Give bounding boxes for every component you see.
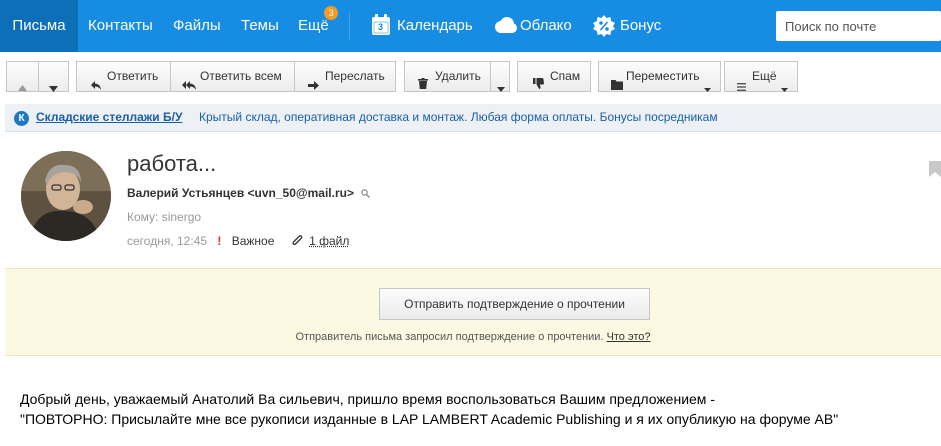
forward-button[interactable]: Переслать	[295, 62, 396, 91]
nav-divider	[349, 12, 350, 40]
menu-lines-icon	[737, 73, 746, 102]
read-receipt-note: Отправитель письма запросил подтверждени…	[5, 331, 941, 343]
nav-mail[interactable]: Письма	[0, 0, 78, 52]
nav-bonus-label: Бонус	[620, 17, 662, 34]
more-actions-button[interactable]: Ещё	[724, 61, 798, 92]
message-date: сегодня, 12:45	[127, 234, 208, 248]
nav-mail-label: Письма	[12, 17, 66, 34]
reply-icon	[91, 72, 101, 101]
nav-calendar-label: Календарь	[397, 17, 473, 34]
search-input[interactable]	[776, 11, 941, 41]
reply-group: Ответить Ответить всем Переслать	[76, 61, 396, 92]
forward-label: Переслать	[325, 69, 385, 83]
nav-cloud-label: Облако	[520, 17, 572, 34]
paperclip-icon	[292, 235, 303, 250]
nav-contacts[interactable]: Контакты	[88, 0, 153, 52]
button-divider	[38, 62, 39, 91]
message-body: Добрый день, уважаемый Анатолий Ва силье…	[20, 389, 935, 429]
nav-cloud[interactable]: Облако	[520, 0, 572, 52]
thumbs-down-icon	[533, 71, 544, 100]
body-line: Добрый день, уважаемый Анатолий Ва силье…	[20, 391, 715, 407]
message-subject: работа...	[127, 151, 217, 176]
recipient-line: Кому: sinergo	[127, 210, 202, 224]
notification-badge: 3	[324, 6, 338, 20]
read-receipt-panel: Отправить подтверждение о прочтении Отпр…	[5, 268, 941, 356]
delete-label: Удалить	[435, 69, 481, 83]
nav-calendar[interactable]: Календарь	[397, 0, 473, 52]
ad-title-link[interactable]: Складские стеллажи Б/У	[36, 110, 182, 124]
arrow-up-icon[interactable]	[18, 73, 27, 102]
attachments-link[interactable]: 1 файл	[309, 234, 349, 248]
body-line: "ПОВТОРНО: Присылайте мне все рукописи и…	[20, 411, 839, 427]
cloud-icon	[493, 16, 517, 39]
forward-icon	[308, 72, 319, 101]
arrow-down-icon[interactable]	[49, 74, 58, 103]
important-mark: !	[217, 234, 222, 248]
delete-group: Удалить	[404, 61, 510, 92]
nav-themes-label: Темы	[241, 17, 279, 34]
read-receipt-text: Отправитель письма запросил подтверждени…	[295, 331, 604, 343]
chevron-down-icon	[781, 74, 788, 103]
chevron-down-icon	[704, 74, 711, 103]
prev-next-group	[6, 61, 69, 92]
folder-icon	[611, 72, 623, 101]
nav-themes[interactable]: Темы	[241, 0, 279, 52]
nav-files-label: Файлы	[173, 17, 221, 34]
send-read-receipt-button[interactable]: Отправить подтверждение о прочтении	[379, 288, 650, 320]
message-meta: сегодня, 12:45 ! Важное 1 файл	[127, 234, 349, 250]
spam-button[interactable]: Спам	[517, 61, 591, 92]
sender-line[interactable]: Валерий Устьянцев <uvn_50@mail.ru>	[127, 186, 371, 201]
ad-logo-icon: К	[14, 111, 29, 126]
reply-button[interactable]: Ответить	[77, 62, 170, 91]
reply-all-button[interactable]: Ответить всем	[171, 62, 294, 91]
bonus-percent-icon	[593, 15, 615, 42]
reply-all-icon	[182, 72, 196, 101]
trash-icon	[418, 71, 428, 100]
move-button[interactable]: Переместить	[598, 61, 721, 92]
reply-all-label: Ответить всем	[200, 69, 282, 83]
avatar	[21, 151, 111, 241]
sender-name: Валерий Устьянцев <uvn_50@mail.ru>	[127, 186, 354, 200]
button-divider	[490, 62, 491, 91]
spam-label: Спам	[550, 69, 581, 83]
nav-more-label: Ещё	[298, 17, 329, 34]
reply-label: Ответить	[107, 69, 159, 83]
dropdown-arrow-icon[interactable]	[497, 74, 505, 103]
nav-contacts-label: Контакты	[88, 17, 153, 34]
message-toolbar: Ответить Ответить всем Переслать Удалить…	[0, 52, 941, 100]
nav-bonus[interactable]: Бонус	[620, 0, 661, 52]
what-is-this-link[interactable]: Что это?	[607, 331, 651, 343]
ad-banner: К Складские стеллажи Б/У Крытый склад, о…	[5, 104, 941, 132]
move-label: Переместить	[626, 69, 700, 83]
nav-more[interactable]: Ещё	[298, 0, 329, 52]
delete-button[interactable]: Удалить	[405, 62, 489, 91]
bookmark-flag-icon[interactable]	[929, 161, 941, 182]
ad-text[interactable]: Крытый склад, оперативная доставка и мон…	[199, 110, 718, 124]
more-actions-label: Ещё	[752, 69, 777, 83]
nav-files[interactable]: Файлы	[173, 0, 221, 52]
top-navigation-bar: Письма Контакты Файлы Темы Ещё 3 3 Кален…	[0, 0, 941, 52]
search-small-icon[interactable]	[361, 187, 371, 201]
calendar-day: 3	[378, 22, 384, 32]
important-label: Важное	[231, 234, 275, 248]
